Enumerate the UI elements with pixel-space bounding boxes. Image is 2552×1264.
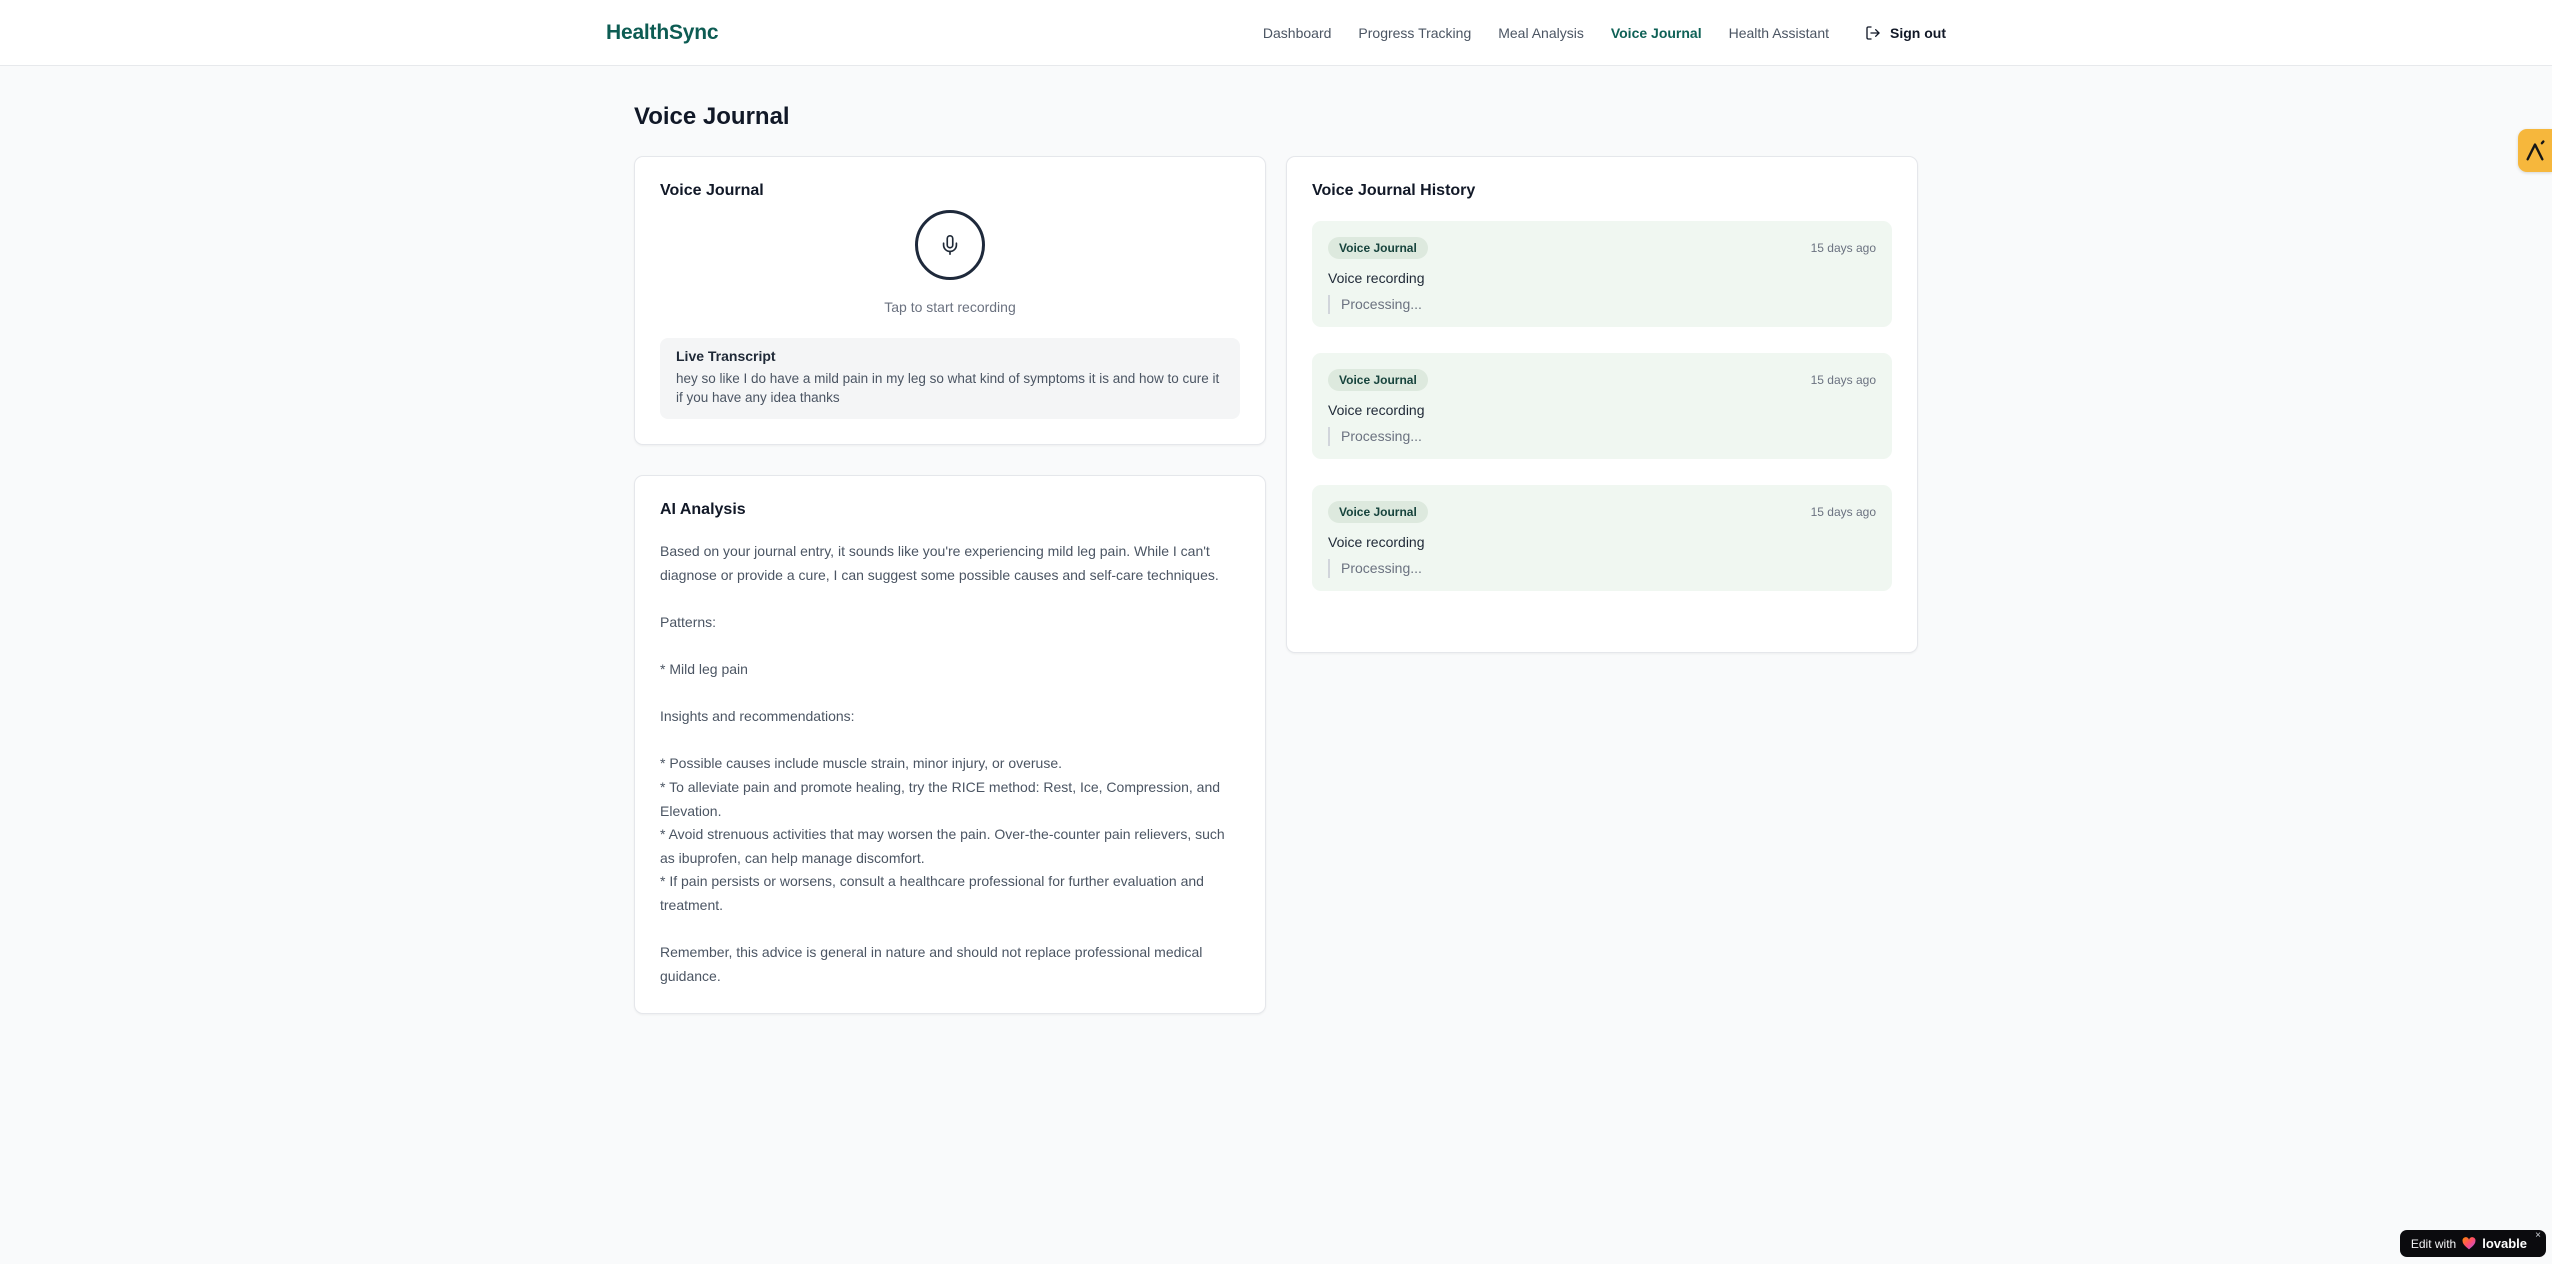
edit-with-label: Edit with	[2410, 1236, 2457, 1251]
lovable-tab-icon	[2524, 139, 2546, 163]
close-icon[interactable]: ×	[2535, 1231, 2541, 1241]
history-card-title: Voice Journal History	[1312, 182, 1476, 199]
tap-to-record-label: Tap to start recording	[884, 299, 1016, 315]
main-nav: Dashboard Progress Tracking Meal Analysi…	[1263, 25, 1829, 41]
lovable-brand-label: lovable	[2482, 1236, 2527, 1251]
history-processing-status: Processing...	[1328, 559, 1876, 578]
history-processing-status: Processing...	[1328, 427, 1876, 446]
log-out-icon	[1865, 25, 1881, 41]
voice-recorder-card: Voice Journal Tap to start recording Liv…	[634, 156, 1266, 445]
history-entry-label: Voice recording	[1328, 402, 1425, 418]
nav-item[interactable]: Dashboard	[1263, 25, 1332, 41]
recorder-card-title: Voice Journal	[660, 182, 764, 199]
history-list: Voice Journal 15 days ago Voice recordin…	[1312, 221, 1892, 591]
record-button[interactable]	[915, 210, 985, 280]
voice-journal-history-card: Voice Journal History Voice Journal 15 d…	[1286, 156, 1918, 653]
nav-item[interactable]: Meal Analysis	[1498, 25, 1584, 41]
live-transcript-title: Live Transcript	[676, 348, 776, 364]
history-entry-label: Voice recording	[1328, 270, 1425, 286]
microphone-icon	[939, 234, 961, 256]
ai-analysis-title: AI Analysis	[660, 501, 746, 518]
history-timestamp: 15 days ago	[1810, 505, 1876, 519]
nav-item[interactable]: Health Assistant	[1729, 25, 1829, 41]
sign-out-button[interactable]: Sign out	[1865, 25, 1946, 41]
nav-item[interactable]: Voice Journal	[1611, 25, 1702, 41]
live-transcript-box: Live Transcript hey so like I do have a …	[660, 338, 1240, 419]
page-title: Voice Journal	[634, 103, 790, 130]
history-timestamp: 15 days ago	[1810, 241, 1876, 255]
history-processing-status: Processing...	[1328, 295, 1876, 314]
history-type-badge: Voice Journal	[1328, 369, 1428, 391]
lovable-heart-icon	[2462, 1237, 2476, 1250]
edit-with-lovable-badge[interactable]: Edit with lovable ×	[2399, 1230, 2546, 1257]
history-list-item[interactable]: Voice Journal 15 days ago Voice recordin…	[1312, 221, 1892, 327]
history-type-badge: Voice Journal	[1328, 501, 1428, 523]
main-content: Voice Journal Voice Journal Tap to start…	[634, 66, 1918, 1015]
app-logo[interactable]: HealthSync	[606, 21, 719, 45]
live-transcript-text: hey so like I do have a mild pain in my …	[676, 371, 1220, 405]
history-entry-label: Voice recording	[1328, 534, 1425, 550]
history-type-badge: Voice Journal	[1328, 237, 1428, 259]
history-list-item[interactable]: Voice Journal 15 days ago Voice recordin…	[1312, 485, 1892, 591]
lovable-side-tab[interactable]	[2518, 129, 2552, 172]
ai-analysis-card: AI Analysis Based on your journal entry,…	[634, 475, 1266, 1015]
history-timestamp: 15 days ago	[1810, 373, 1876, 387]
sign-out-label: Sign out	[1890, 24, 1946, 41]
top-navbar: HealthSync Dashboard Progress Tracking M…	[0, 0, 2552, 66]
ai-analysis-body: Based on your journal entry, it sounds l…	[660, 543, 1225, 984]
history-list-item[interactable]: Voice Journal 15 days ago Voice recordin…	[1312, 353, 1892, 459]
nav-item[interactable]: Progress Tracking	[1358, 25, 1471, 41]
